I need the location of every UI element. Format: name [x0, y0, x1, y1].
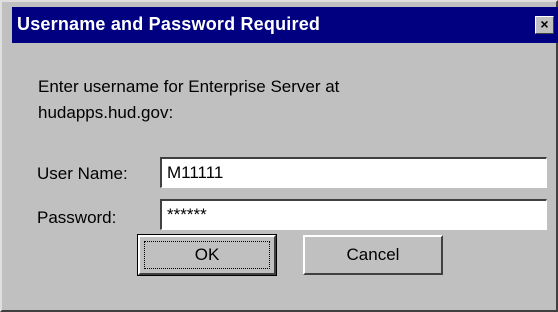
- username-label: User Name:: [37, 164, 128, 183]
- password-label: Password:: [37, 208, 117, 227]
- cancel-button[interactable]: Cancel: [303, 235, 443, 275]
- prompt-line-1: Enter username for Enterprise Server at: [38, 77, 340, 96]
- prompt-line-2: hudapps.hud.gov:: [38, 103, 174, 122]
- dialog-title: Username and Password Required: [17, 14, 321, 34]
- prompt-text: Enter username for Enterprise Server at …: [38, 74, 458, 126]
- cancel-button-label: Cancel: [346, 245, 400, 264]
- ok-button[interactable]: OK: [137, 234, 277, 276]
- login-dialog: Username and Password Required × Enter u…: [0, 0, 558, 312]
- close-button[interactable]: ×: [535, 16, 554, 34]
- title-bar[interactable]: Username and Password Required ×: [12, 7, 558, 43]
- password-field[interactable]: ******: [160, 199, 547, 230]
- close-icon: ×: [540, 16, 549, 32]
- username-field[interactable]: M11111: [160, 157, 547, 188]
- ok-button-label: OK: [194, 245, 220, 264]
